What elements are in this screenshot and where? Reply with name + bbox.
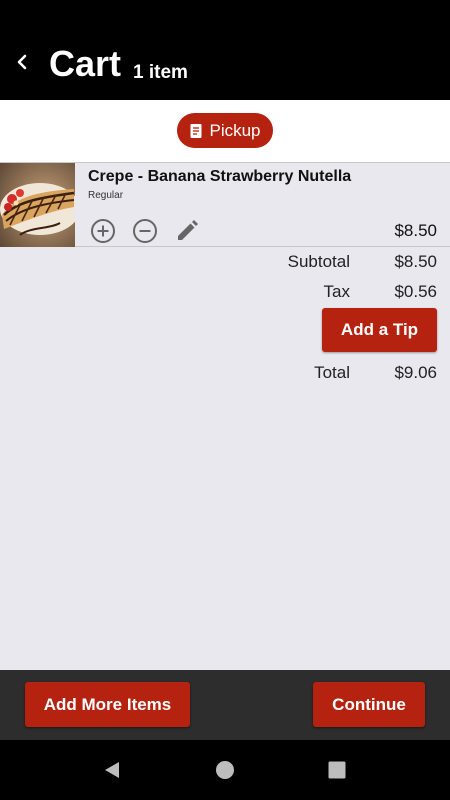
total-label: Total <box>314 363 350 382</box>
pickup-button[interactable]: Pickup <box>177 113 273 148</box>
receipt-icon <box>190 123 202 138</box>
nav-home-button[interactable] <box>212 757 238 783</box>
app-header: Cart 1 item <box>0 0 450 100</box>
nav-back-button[interactable] <box>99 757 125 783</box>
item-variant: Regular <box>88 190 124 201</box>
minus-circle-icon <box>133 219 157 243</box>
continue-button[interactable]: Continue <box>313 682 425 727</box>
triangle-back-icon <box>105 762 119 778</box>
item-name: Crepe - Banana Strawberry Nutella <box>88 168 352 185</box>
add-more-items-button[interactable]: Add More Items <box>25 682 190 727</box>
plus-circle-icon <box>91 219 115 243</box>
item-count: 1 item <box>133 62 188 83</box>
tax-label: Tax <box>323 282 350 301</box>
circle-home-icon <box>216 761 234 779</box>
total-value: $9.06 <box>394 363 437 382</box>
item-photo[interactable] <box>0 163 75 247</box>
increase-quantity-button[interactable] <box>89 217 117 245</box>
nav-recents-button[interactable] <box>324 757 350 783</box>
tax-value: $0.56 <box>394 282 437 301</box>
item-price: $8.50 <box>394 221 437 240</box>
page-title: Cart <box>49 43 122 84</box>
back-button[interactable] <box>8 48 36 76</box>
subtotal-value: $8.50 <box>394 252 437 271</box>
edit-item-button[interactable] <box>173 217 201 245</box>
cart-item-row: Crepe - Banana Strawberry Nutella Regula… <box>0 162 450 247</box>
decrease-quantity-button[interactable] <box>131 217 159 245</box>
pencil-icon <box>178 220 198 240</box>
chevron-left-icon <box>17 54 27 70</box>
subtotal-label: Subtotal <box>287 252 350 271</box>
crepe-image <box>0 163 75 247</box>
add-tip-button[interactable]: Add a Tip <box>322 308 437 352</box>
pickup-label: Pickup <box>209 120 261 140</box>
square-recents-icon <box>328 761 346 779</box>
